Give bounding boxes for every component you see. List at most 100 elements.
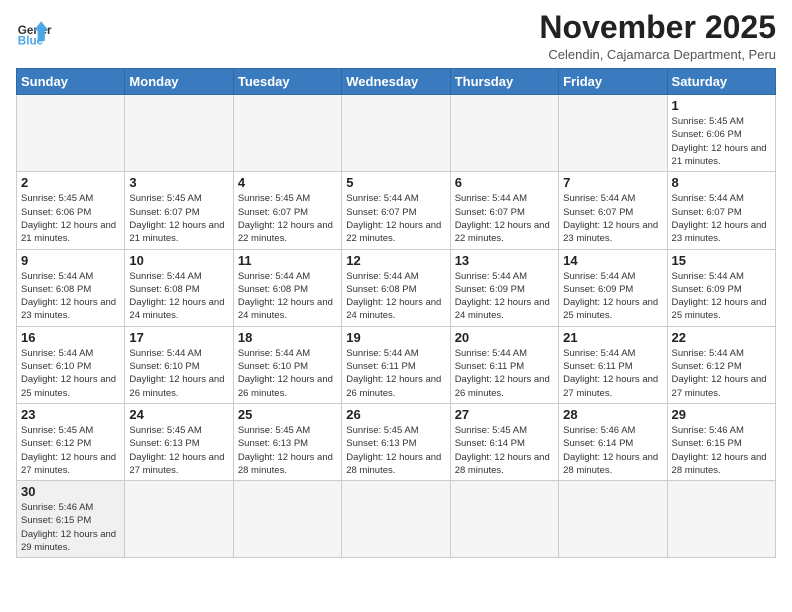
day-number: 20 [455, 330, 554, 345]
table-row: 28 Sunrise: 5:46 AMSunset: 6:14 PMDayligh… [559, 403, 667, 480]
table-row: 21 Sunrise: 5:44 AMSunset: 6:11 PMDayligh… [559, 326, 667, 403]
day-info: Sunrise: 5:45 AMSunset: 6:07 PMDaylight:… [238, 192, 337, 245]
calendar-header-row: Sunday Monday Tuesday Wednesday Thursday… [17, 69, 776, 95]
day-number: 22 [672, 330, 771, 345]
table-row [233, 481, 341, 558]
table-row [559, 95, 667, 172]
day-info: Sunrise: 5:44 AMSunset: 6:09 PMDaylight:… [455, 270, 554, 323]
col-sunday: Sunday [17, 69, 125, 95]
table-row: 30Sunrise: 5:46 AMSunset: 6:15 PMDayligh… [17, 481, 125, 558]
day-info: Sunrise: 5:45 AMSunset: 6:12 PMDaylight:… [21, 424, 120, 477]
table-row [125, 481, 233, 558]
day-info: Sunrise: 5:46 AMSunset: 6:14 PMDaylight:… [563, 424, 662, 477]
table-row [450, 95, 558, 172]
day-number: 7 [563, 175, 662, 190]
day-number: 24 [129, 407, 228, 422]
table-row: 8 Sunrise: 5:44 AMSunset: 6:07 PMDaylight… [667, 172, 775, 249]
day-info: Sunrise: 5:45 AMSunset: 6:14 PMDaylight:… [455, 424, 554, 477]
day-number: 9 [21, 253, 120, 268]
table-row: 29Sunrise: 5:46 AMSunset: 6:15 PMDayligh… [667, 403, 775, 480]
table-row: 17 Sunrise: 5:44 AMSunset: 6:10 PMDayligh… [125, 326, 233, 403]
day-info: Sunrise: 5:45 AMSunset: 6:06 PMDaylight:… [21, 192, 120, 245]
table-row: 18 Sunrise: 5:44 AMSunset: 6:10 PMDayligh… [233, 326, 341, 403]
day-info: Sunrise: 5:45 AMSunset: 6:06 PMDaylight:… [672, 115, 771, 168]
logo: General Blue [16, 14, 52, 50]
day-number: 23 [21, 407, 120, 422]
day-info: Sunrise: 5:46 AMSunset: 6:15 PMDaylight:… [672, 424, 771, 477]
table-row [233, 95, 341, 172]
table-row: 11Sunrise: 5:44 AMSunset: 6:08 PMDayligh… [233, 249, 341, 326]
table-row: 24Sunrise: 5:45 AMSunset: 6:13 PMDayligh… [125, 403, 233, 480]
day-info: Sunrise: 5:44 AMSunset: 6:08 PMDaylight:… [346, 270, 445, 323]
table-row: 27 Sunrise: 5:45 AMSunset: 6:14 PMDayligh… [450, 403, 558, 480]
day-info: Sunrise: 5:44 AMSunset: 6:07 PMDaylight:… [346, 192, 445, 245]
table-row [667, 481, 775, 558]
table-row: 10 Sunrise: 5:44 AMSunset: 6:08 PMDayligh… [125, 249, 233, 326]
day-info: Sunrise: 5:44 AMSunset: 6:11 PMDaylight:… [346, 347, 445, 400]
day-number: 1 [672, 98, 771, 113]
day-info: Sunrise: 5:44 AMSunset: 6:09 PMDaylight:… [672, 270, 771, 323]
day-info: Sunrise: 5:44 AMSunset: 6:09 PMDaylight:… [563, 270, 662, 323]
table-row: 7 Sunrise: 5:44 AMSunset: 6:07 PMDaylight… [559, 172, 667, 249]
day-number: 8 [672, 175, 771, 190]
table-row: 22 Sunrise: 5:44 AMSunset: 6:12 PMDayligh… [667, 326, 775, 403]
col-monday: Monday [125, 69, 233, 95]
subtitle: Celendin, Cajamarca Department, Peru [539, 47, 776, 62]
day-number: 16 [21, 330, 120, 345]
day-number: 27 [455, 407, 554, 422]
calendar: Sunday Monday Tuesday Wednesday Thursday… [16, 68, 776, 558]
table-row [125, 95, 233, 172]
day-info: Sunrise: 5:44 AMSunset: 6:12 PMDaylight:… [672, 347, 771, 400]
day-info: Sunrise: 5:46 AMSunset: 6:15 PMDaylight:… [21, 501, 120, 554]
day-number: 4 [238, 175, 337, 190]
day-info: Sunrise: 5:44 AMSunset: 6:07 PMDaylight:… [672, 192, 771, 245]
day-number: 18 [238, 330, 337, 345]
day-info: Sunrise: 5:44 AMSunset: 6:11 PMDaylight:… [563, 347, 662, 400]
day-info: Sunrise: 5:44 AMSunset: 6:10 PMDaylight:… [238, 347, 337, 400]
table-row: 12Sunrise: 5:44 AMSunset: 6:08 PMDayligh… [342, 249, 450, 326]
table-row: 15 Sunrise: 5:44 AMSunset: 6:09 PMDayligh… [667, 249, 775, 326]
day-number: 28 [563, 407, 662, 422]
day-number: 25 [238, 407, 337, 422]
table-row: 20 Sunrise: 5:44 AMSunset: 6:11 PMDayligh… [450, 326, 558, 403]
day-info: Sunrise: 5:44 AMSunset: 6:08 PMDaylight:… [129, 270, 228, 323]
day-info: Sunrise: 5:44 AMSunset: 6:08 PMDaylight:… [238, 270, 337, 323]
table-row: 6Sunrise: 5:44 AMSunset: 6:07 PMDaylight… [450, 172, 558, 249]
day-number: 5 [346, 175, 445, 190]
day-info: Sunrise: 5:44 AMSunset: 6:10 PMDaylight:… [129, 347, 228, 400]
day-number: 2 [21, 175, 120, 190]
col-wednesday: Wednesday [342, 69, 450, 95]
table-row: 26Sunrise: 5:45 AMSunset: 6:13 PMDayligh… [342, 403, 450, 480]
day-number: 21 [563, 330, 662, 345]
table-row: 2 Sunrise: 5:45 AMSunset: 6:06 PMDaylight… [17, 172, 125, 249]
day-number: 17 [129, 330, 228, 345]
col-thursday: Thursday [450, 69, 558, 95]
day-number: 26 [346, 407, 445, 422]
day-number: 15 [672, 253, 771, 268]
table-row: 19 Sunrise: 5:44 AMSunset: 6:11 PMDayligh… [342, 326, 450, 403]
day-info: Sunrise: 5:44 AMSunset: 6:08 PMDaylight:… [21, 270, 120, 323]
table-row: 13 Sunrise: 5:44 AMSunset: 6:09 PMDayligh… [450, 249, 558, 326]
day-number: 13 [455, 253, 554, 268]
table-row: 9 Sunrise: 5:44 AMSunset: 6:08 PMDaylight… [17, 249, 125, 326]
table-row: 25 Sunrise: 5:45 AMSunset: 6:13 PMDayligh… [233, 403, 341, 480]
table-row: 5 Sunrise: 5:44 AMSunset: 6:07 PMDaylight… [342, 172, 450, 249]
day-number: 3 [129, 175, 228, 190]
day-info: Sunrise: 5:45 AMSunset: 6:07 PMDaylight:… [129, 192, 228, 245]
day-info: Sunrise: 5:44 AMSunset: 6:07 PMDaylight:… [563, 192, 662, 245]
day-number: 10 [129, 253, 228, 268]
day-number: 19 [346, 330, 445, 345]
day-number: 14 [563, 253, 662, 268]
table-row [342, 481, 450, 558]
table-row: 4 Sunrise: 5:45 AMSunset: 6:07 PMDaylight… [233, 172, 341, 249]
table-row [342, 95, 450, 172]
table-row: 16Sunrise: 5:44 AMSunset: 6:10 PMDayligh… [17, 326, 125, 403]
title-block: November 2025 Celendin, Cajamarca Depart… [539, 10, 776, 62]
table-row [450, 481, 558, 558]
table-row [559, 481, 667, 558]
day-info: Sunrise: 5:45 AMSunset: 6:13 PMDaylight:… [238, 424, 337, 477]
table-row: 14 Sunrise: 5:44 AMSunset: 6:09 PMDayligh… [559, 249, 667, 326]
day-info: Sunrise: 5:44 AMSunset: 6:11 PMDaylight:… [455, 347, 554, 400]
month-title: November 2025 [539, 10, 776, 45]
table-row [17, 95, 125, 172]
